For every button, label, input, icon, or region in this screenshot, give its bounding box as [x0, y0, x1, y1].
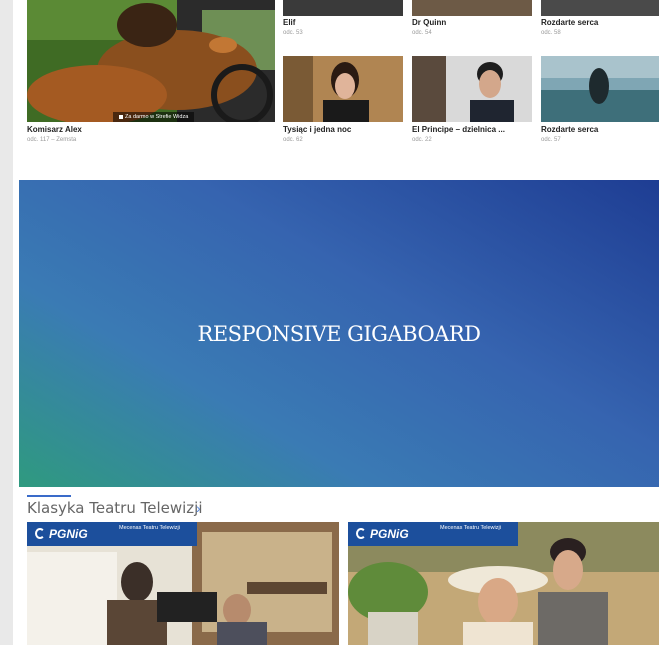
pgnig-brand-bar: PGNiG Mecenas Teatru Telewizji	[27, 522, 197, 546]
card-subtitle: odc. 58	[541, 30, 561, 36]
featured-thumbnail: Za darmo w Strefie Widza	[27, 0, 275, 122]
card-title: Rozdarte serca	[541, 18, 599, 27]
card-thumbnail	[283, 56, 403, 122]
chevron-right-icon[interactable]: ›	[196, 500, 201, 516]
card-title: Tysiąc i jedna noc	[283, 125, 352, 134]
featured-card[interactable]: Za darmo w Strefie Widza Komisarz Alex o…	[27, 0, 275, 150]
card-title: El Principe – dzielnica ...	[412, 125, 505, 134]
card-subtitle: odc. 22	[412, 137, 432, 143]
card-dr-quinn[interactable]: Dr Quinn odc. 54	[412, 0, 532, 42]
card-el-principe[interactable]: El Principe – dzielnica ... odc. 22	[412, 56, 532, 148]
card-tysiac-i-jedna-noc[interactable]: Tysiąc i jedna noc odc. 62	[283, 56, 403, 148]
featured-title: Komisarz Alex	[27, 125, 82, 134]
gigaboard-ad[interactable]: RESPONSIVE GIGABOARD	[19, 180, 659, 487]
gigaboard-label: RESPONSIVE GIGABOARD	[197, 321, 481, 346]
free-badge: Za darmo w Strefie Widza	[113, 112, 195, 122]
brand-tagline: Mecenas Teatru Telewizji	[440, 525, 501, 531]
pgnig-logo-icon	[356, 528, 366, 539]
brand-name: PGNiG	[370, 527, 409, 541]
card-elif[interactable]: Elif odc. 53	[283, 0, 403, 42]
card-subtitle: odc. 53	[283, 30, 303, 36]
card-rozdarte-serca-58[interactable]: Rozdarte serca odc. 58	[541, 0, 659, 42]
card-title: Rozdarte serca	[541, 125, 599, 134]
card-title: Dr Quinn	[412, 18, 447, 27]
card-rozdarte-serca-57[interactable]: Rozdarte serca odc. 57	[541, 56, 659, 148]
card-thumbnail	[283, 0, 403, 16]
brand-name: PGNiG	[49, 527, 88, 541]
teatr-tile-2[interactable]: PGNiG Mecenas Teatru Telewizji	[348, 522, 659, 645]
section-title[interactable]: Klasyka Teatru Telewizji	[27, 499, 203, 517]
card-thumbnail	[541, 56, 659, 122]
card-thumbnail	[541, 0, 659, 16]
brand-tagline: Mecenas Teatru Telewizji	[119, 525, 180, 531]
card-subtitle: odc. 62	[283, 137, 303, 143]
card-subtitle: odc. 57	[541, 137, 561, 143]
section-underline	[27, 495, 71, 497]
card-title: Elif	[283, 18, 296, 27]
pgnig-logo-icon	[35, 528, 45, 539]
page-content: Za darmo w Strefie Widza Komisarz Alex o…	[13, 0, 659, 645]
teatr-tile-1[interactable]: PGNiG Mecenas Teatru Telewizji	[27, 522, 339, 645]
card-thumbnail	[412, 0, 532, 16]
card-subtitle: odc. 54	[412, 30, 432, 36]
pgnig-brand-bar: PGNiG Mecenas Teatru Telewizji	[348, 522, 518, 546]
lock-icon	[119, 114, 123, 119]
card-thumbnail	[412, 56, 532, 122]
featured-subtitle: odc. 117 – Zemsta	[27, 137, 77, 143]
left-rail	[0, 0, 13, 645]
